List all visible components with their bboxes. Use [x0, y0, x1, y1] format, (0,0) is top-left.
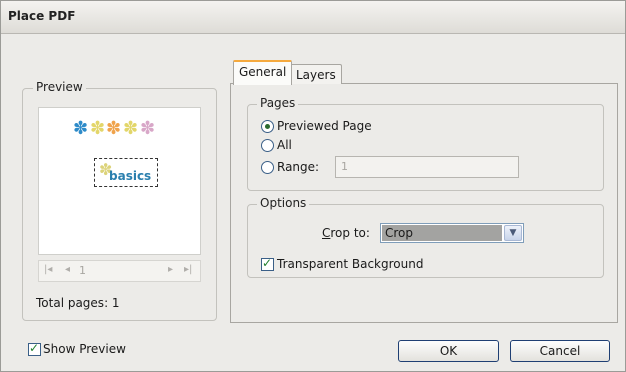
- flower-icon: ✽: [90, 118, 106, 139]
- cancel-button[interactable]: Cancel: [510, 340, 610, 362]
- tab-general[interactable]: General: [233, 60, 293, 85]
- show-preview-checkbox[interactable]: ✓: [28, 341, 41, 356]
- radio-all-label[interactable]: All: [277, 138, 292, 152]
- flower-icon: ✽: [123, 118, 139, 139]
- radio-previewed-page[interactable]: [261, 120, 274, 133]
- preview-legend: Preview: [33, 80, 86, 94]
- page-number-field[interactable]: 1: [79, 264, 86, 277]
- crop-to-label-rest: rop to:: [330, 226, 370, 240]
- crop-to-value: Crop: [382, 225, 502, 241]
- total-pages-label: Total pages: 1: [36, 296, 120, 310]
- ok-button[interactable]: OK: [398, 340, 499, 362]
- tab-layers-label: Layers: [296, 68, 336, 82]
- transparent-background-label[interactable]: Transparent Background: [277, 257, 423, 271]
- crop-to-select[interactable]: Crop ▼: [380, 223, 524, 243]
- options-legend: Options: [257, 196, 310, 210]
- first-page-icon[interactable]: |◂: [44, 264, 52, 275]
- tab-layers[interactable]: Layers: [290, 64, 342, 84]
- prev-page-icon[interactable]: ◂: [65, 264, 70, 275]
- crop-to-label: Crop to:: [322, 226, 370, 240]
- show-preview-label[interactable]: Show Preview: [43, 342, 126, 356]
- logo-selection-box: ✽ basics: [94, 158, 158, 187]
- tab-general-label: General: [239, 65, 287, 79]
- title-bar[interactable]: Place PDF: [1, 1, 625, 34]
- next-page-icon[interactable]: ▸: [168, 264, 173, 275]
- flower-icon: ✽: [140, 118, 156, 139]
- radio-range[interactable]: [261, 161, 274, 174]
- range-input[interactable]: 1: [335, 156, 519, 178]
- radio-previewed-page-label[interactable]: Previewed Page: [277, 119, 372, 133]
- page-navigator: |◂ ◂ 1 ▸ ▸|: [38, 260, 201, 282]
- flower-icon: ✽: [73, 118, 89, 139]
- transparent-background-checkbox[interactable]: ✓: [261, 256, 274, 271]
- checkmark-icon: ✓: [262, 256, 273, 270]
- place-pdf-dialog: Place PDF Preview ✽ ✽ ✽ ✽ ✽ ✽ basics |◂ …: [0, 0, 626, 372]
- window-title: Place PDF: [8, 9, 76, 23]
- pages-legend: Pages: [257, 96, 299, 110]
- chevron-down-icon[interactable]: ▼: [504, 225, 522, 241]
- radio-all[interactable]: [261, 139, 274, 152]
- radio-selected-dot: [265, 124, 270, 129]
- radio-range-label[interactable]: Range:: [277, 160, 319, 174]
- checkmark-icon: ✓: [29, 341, 40, 355]
- flower-icon: ✽: [106, 118, 122, 139]
- last-page-icon[interactable]: ▸|: [184, 264, 192, 275]
- logo-text: basics: [109, 169, 152, 183]
